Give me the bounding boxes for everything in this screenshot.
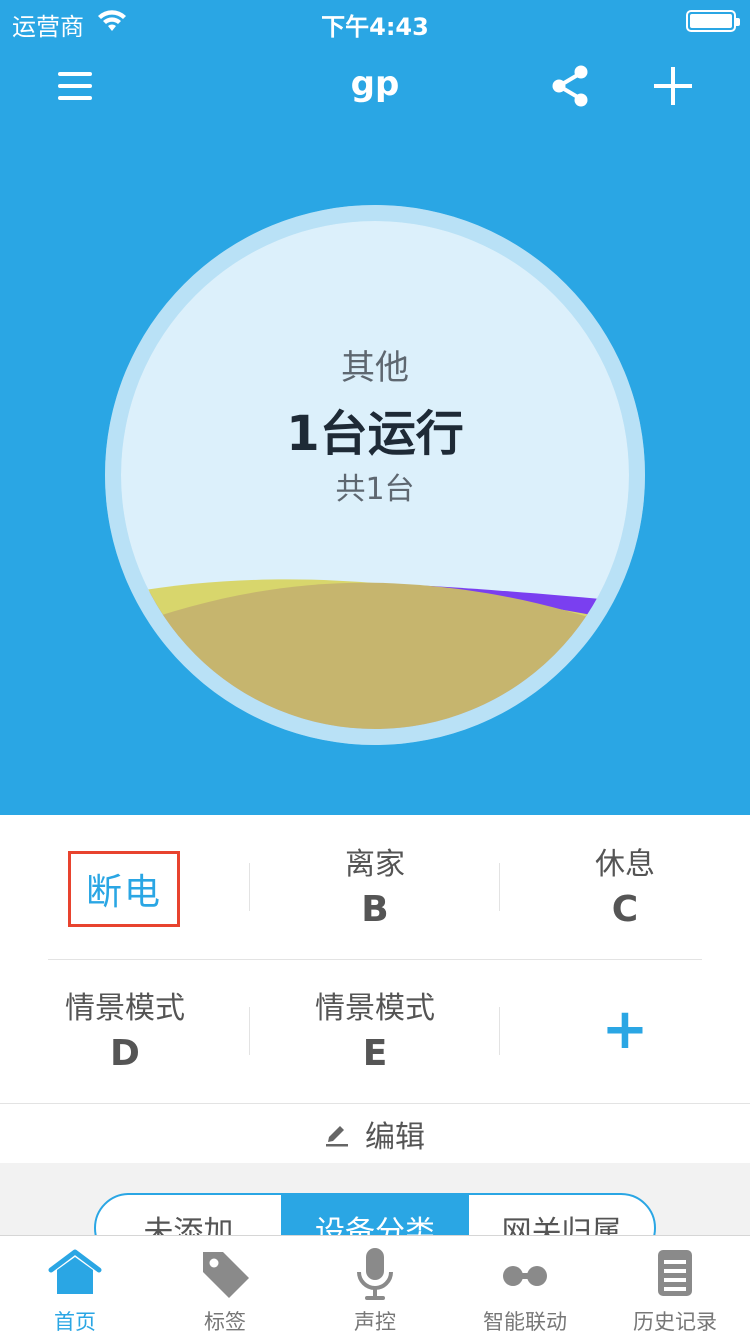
scene-mode-e[interactable]: 情景模式 E	[250, 959, 500, 1103]
add-scene-button[interactable]: +	[500, 959, 750, 1103]
scene-power-off[interactable]: 断电	[0, 815, 250, 959]
scene-letter: C	[611, 889, 639, 930]
gauge-total-count: 共1台	[335, 472, 415, 507]
tag-icon	[203, 1252, 249, 1298]
power-off-label: 断电	[68, 851, 180, 927]
tab-history[interactable]: 历史记录	[600, 1236, 750, 1334]
edit-label: 编辑	[365, 1119, 425, 1155]
scene-title: 休息	[595, 847, 655, 882]
scene-panel: 断电 离家 B 休息 C 情景模式 D 情景模式 E + 编辑	[0, 815, 750, 1163]
scene-mode-d[interactable]: 情景模式 D	[0, 959, 250, 1103]
gauge-category: 其他	[341, 348, 409, 388]
plus-icon	[654, 67, 692, 105]
scene-letter: E	[362, 1033, 388, 1074]
share-icon	[552, 65, 588, 107]
tab-home[interactable]: 首页	[0, 1236, 150, 1334]
scene-title: 情景模式	[315, 991, 435, 1026]
gauge-running-count: 1台运行	[286, 406, 464, 462]
history-icon	[658, 1250, 692, 1296]
tab-tags[interactable]: 标签	[150, 1236, 300, 1334]
tab-label: 首页	[54, 1310, 96, 1334]
scene-title: 离家	[345, 847, 405, 882]
tab-label: 历史记录	[633, 1310, 717, 1334]
battery-icon	[686, 10, 740, 32]
scene-title: 情景模式	[65, 991, 185, 1026]
add-scene-plus: +	[601, 997, 649, 1062]
tab-smart-linkage[interactable]: 智能联动	[450, 1236, 600, 1334]
tab-label: 智能联动	[483, 1310, 567, 1334]
hero-area: 运营商 下午4:43 gp 其他 1台运行 共1台	[0, 0, 750, 815]
status-bar: 运营商 下午4:43	[0, 0, 750, 42]
microphone-icon	[357, 1248, 393, 1300]
scene-letter: D	[110, 1033, 140, 1074]
tab-voice-control[interactable]: 声控	[300, 1236, 450, 1334]
scene-away[interactable]: 离家 B	[250, 815, 500, 959]
clock: 下午4:43	[321, 13, 429, 41]
tab-label: 标签	[204, 1310, 246, 1334]
linkage-icon	[503, 1266, 547, 1286]
scene-rest[interactable]: 休息 C	[500, 815, 750, 959]
bottom-tab-bar: 首页 标签 声控 智能联动 历史记录	[0, 1235, 750, 1334]
tab-label: 声控	[354, 1310, 396, 1334]
pencil-icon	[326, 1125, 348, 1146]
scene-letter: B	[361, 889, 389, 930]
add-button[interactable]	[638, 42, 708, 130]
nav-bar: gp	[0, 42, 750, 130]
home-icon	[48, 1249, 102, 1294]
edit-scenes-button[interactable]: 编辑	[0, 1103, 750, 1163]
share-button[interactable]	[535, 42, 605, 130]
